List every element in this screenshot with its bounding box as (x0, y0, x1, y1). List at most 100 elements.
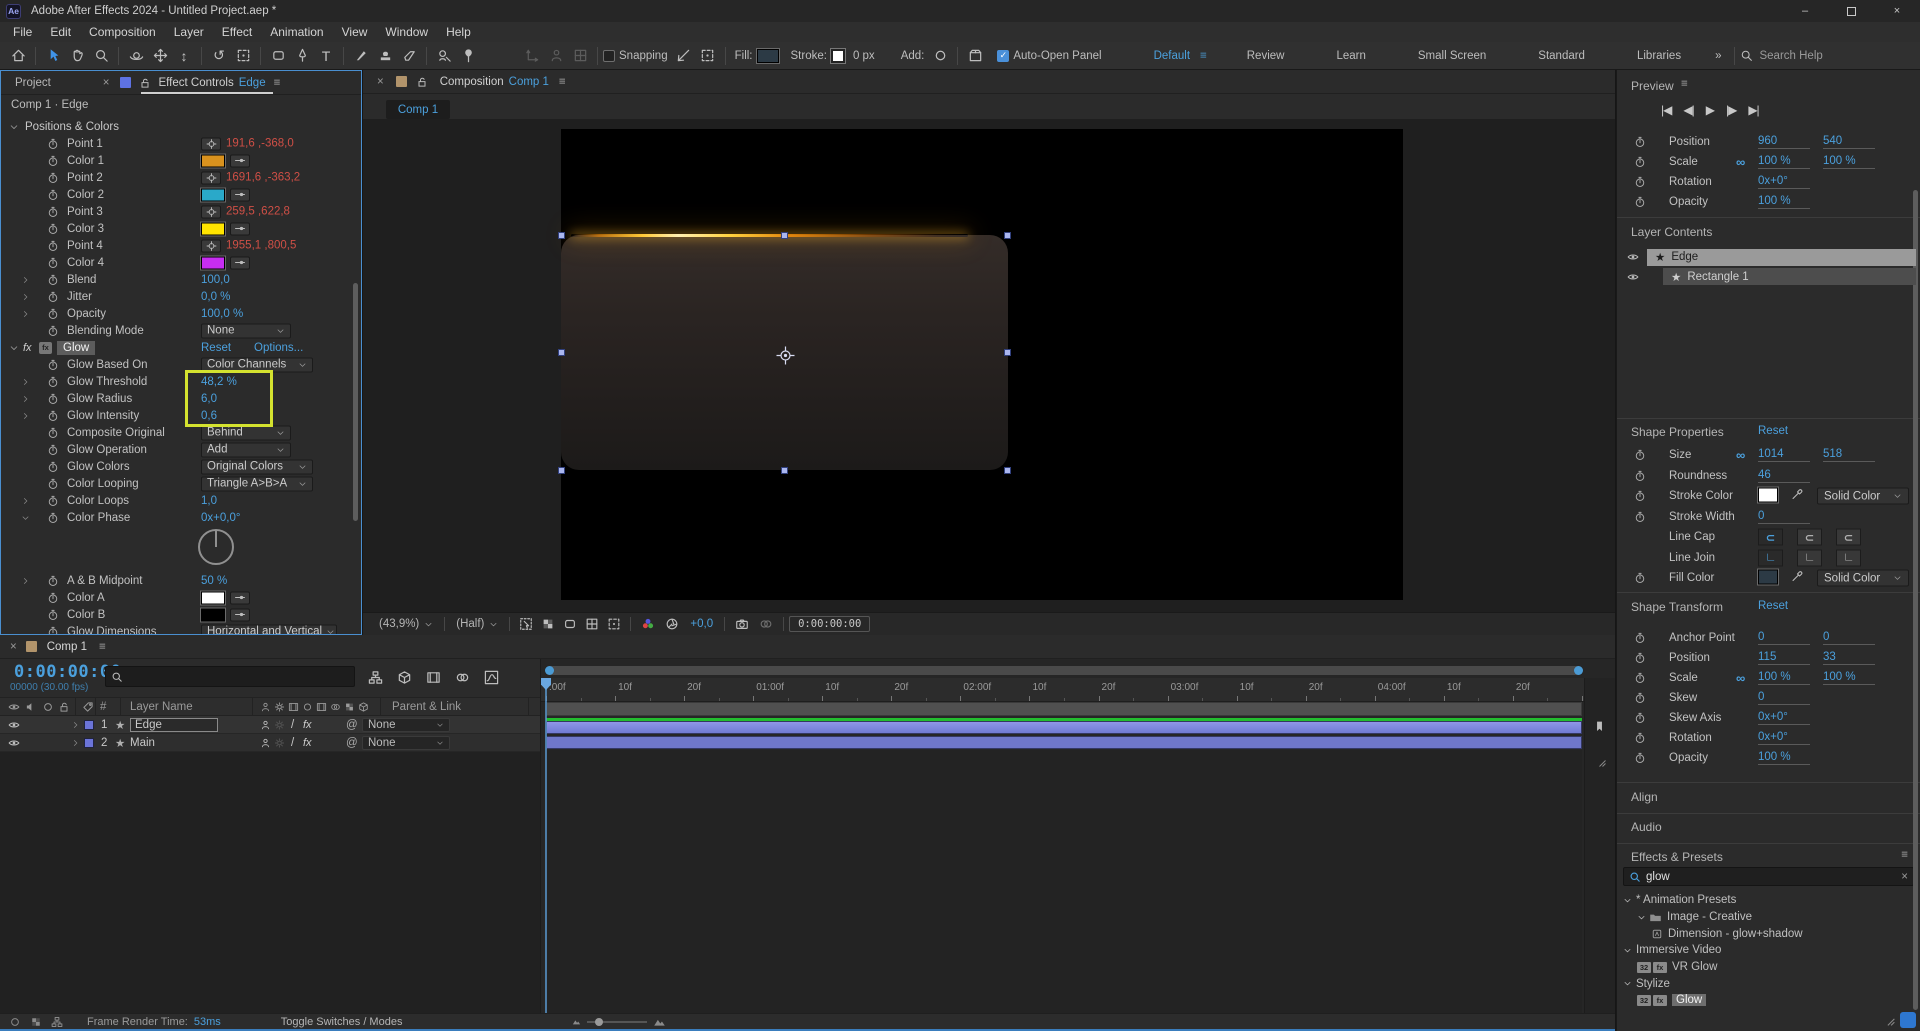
mblur-icon[interactable] (330, 701, 341, 712)
pen-tool[interactable] (290, 44, 314, 68)
menu-help[interactable]: Help (437, 22, 480, 42)
shape-prop-fill-color[interactable]: Fill ColorSolid Color (1617, 568, 1910, 588)
property-row-glow-operation[interactable]: Glow OperationAdd (1, 441, 355, 458)
menu-effect[interactable]: Effect (213, 22, 261, 42)
property-row-point-4[interactable]: Point 41955,1 ,800,5 (1, 237, 355, 254)
panel-grip-icon[interactable] (1883, 1014, 1896, 1027)
property-value[interactable]: 0 (1758, 631, 1810, 645)
tree-item-immersive-video[interactable]: Immersive Video (1617, 942, 1912, 959)
property-row-jitter[interactable]: Jitter0,0 % (1, 288, 355, 305)
help-search-field[interactable]: Search Help (1740, 49, 1822, 62)
stopwatch-icon[interactable] (47, 223, 59, 235)
eye-icon[interactable] (8, 737, 20, 749)
property-row-glow[interactable]: fxfxGlowResetOptions... (1, 339, 355, 356)
roto-brush-tool[interactable] (432, 44, 456, 68)
exposure-button[interactable] (660, 612, 684, 636)
fill-swatch[interactable] (757, 49, 779, 63)
tab-composition[interactable]: Composition (440, 76, 504, 88)
shape-properties-reset[interactable]: Reset (1758, 425, 1788, 437)
shape-transform-scale[interactable]: Scale∞100 %100 % (1617, 668, 1910, 688)
stopwatch-icon[interactable] (47, 461, 59, 473)
stopwatch-icon[interactable] (47, 206, 59, 218)
align-section[interactable]: Align (1631, 790, 1658, 804)
expand-icon[interactable] (21, 309, 30, 318)
property-row-composite-original[interactable]: Composite OriginalBehind (1, 424, 355, 441)
expand-icon[interactable] (21, 411, 30, 420)
property-row-color-b[interactable]: Color B (1, 606, 355, 623)
expand-icon[interactable] (21, 377, 30, 386)
property-value[interactable]: 518 (1823, 448, 1875, 462)
quality2-icon[interactable] (288, 701, 299, 712)
shape-prop-roundness[interactable]: Roundness46 (1617, 466, 1910, 486)
options-link[interactable]: Options... (254, 342, 303, 354)
status-info-icon[interactable] (9, 1016, 21, 1028)
stopwatch-icon[interactable] (1634, 692, 1646, 704)
shape-prop-line-join[interactable]: Line Join∟∟∟ (1617, 548, 1910, 568)
selection-handle[interactable] (781, 232, 788, 239)
property-value[interactable]: 100 % (1758, 751, 1810, 765)
maximize-button[interactable] (1828, 0, 1874, 22)
property-row-blending-mode[interactable]: Blending ModeNone (1, 322, 355, 339)
property-value[interactable]: 1014 (1758, 448, 1810, 462)
eye-icon[interactable] (1627, 251, 1639, 263)
property-value[interactable]: 1,0 (201, 495, 217, 507)
property-row-glow-threshold[interactable]: Glow Threshold48,2 % (1, 373, 355, 390)
minimize-button[interactable]: – (1782, 0, 1828, 22)
collapse-icon[interactable] (1623, 896, 1632, 905)
tree-item-image-creative[interactable]: Image - Creative (1617, 909, 1912, 926)
transparency-grid-button[interactable] (537, 612, 559, 636)
color-swatch[interactable] (201, 188, 225, 201)
eye-icon[interactable] (8, 719, 20, 731)
video-icon[interactable] (8, 701, 20, 713)
fx-switch[interactable]: fx (303, 719, 312, 731)
color-swatch[interactable] (1758, 570, 1778, 585)
shape-transform-opacity[interactable]: Opacity100 % (1617, 748, 1910, 768)
parent-pickwhip-icon[interactable]: @ (346, 719, 358, 731)
property-dropdown[interactable]: Triangle A>B>A (201, 476, 313, 491)
tree-item-stylize[interactable]: Stylize (1617, 975, 1912, 992)
parent-pickwhip-icon[interactable]: @ (346, 737, 358, 749)
workspace-learn[interactable]: Learn (1314, 50, 1387, 62)
property-value[interactable]: 0x+0,0° (201, 512, 240, 524)
property-row-color-a[interactable]: Color A (1, 589, 355, 606)
orbit-camera-tool[interactable] (124, 44, 148, 68)
timeline-zoom-control[interactable] (572, 1015, 666, 1028)
property-row-a-b-midpoint[interactable]: A & B Midpoint50 % (1, 572, 355, 589)
stopwatch-icon[interactable] (1634, 752, 1646, 764)
stopwatch-icon[interactable] (1634, 732, 1646, 744)
selection-tool[interactable] (41, 44, 65, 68)
collapse-icon[interactable] (9, 122, 19, 132)
tree-item-dimension-glow-shadow[interactable]: Dimension - glow+shadow (1617, 925, 1912, 942)
pan-camera-tool[interactable] (148, 44, 172, 68)
stopwatch-icon[interactable] (47, 240, 59, 252)
adjust-icon[interactable] (344, 701, 355, 712)
reset-link[interactable]: Reset (201, 342, 231, 354)
toggle-switches-modes-button[interactable]: Toggle Switches / Modes (281, 1016, 403, 1028)
stopwatch-icon[interactable] (47, 274, 59, 286)
preview-menu-icon[interactable]: ≡ (1681, 78, 1688, 90)
stopwatch-icon[interactable] (47, 325, 59, 337)
shape-prop-size[interactable]: Size∞1014518 (1617, 445, 1910, 465)
motion-blur-button[interactable] (453, 668, 471, 686)
add-property-button[interactable] (928, 44, 952, 68)
world-axis-mode[interactable] (544, 44, 568, 68)
unlock-icon[interactable] (139, 77, 151, 89)
stopwatch-icon[interactable] (47, 626, 59, 636)
shape-transform-skew-axis[interactable]: Skew Axis0x+0° (1617, 708, 1910, 728)
stopwatch-icon[interactable] (47, 308, 59, 320)
view-axis-mode[interactable] (568, 44, 592, 68)
menu-window[interactable]: Window (376, 22, 437, 42)
rectangle-tool[interactable] (266, 44, 290, 68)
zoom-slider-knob[interactable] (595, 1018, 603, 1026)
layer-name[interactable]: Main (130, 737, 155, 749)
stopwatch-icon[interactable] (47, 410, 59, 422)
color-swatch[interactable] (201, 222, 225, 235)
auto-open-checkbox[interactable]: ✓ (997, 50, 1009, 62)
property-row-blend[interactable]: Blend100,0 (1, 271, 355, 288)
expand-icon[interactable] (71, 738, 80, 747)
play-button[interactable]: ▶ (1706, 103, 1714, 117)
guides-options-button[interactable] (515, 612, 537, 636)
point-picker-button[interactable] (201, 205, 221, 218)
comp-marker-icon[interactable] (1593, 720, 1606, 733)
work-area-bar[interactable] (546, 702, 1582, 716)
